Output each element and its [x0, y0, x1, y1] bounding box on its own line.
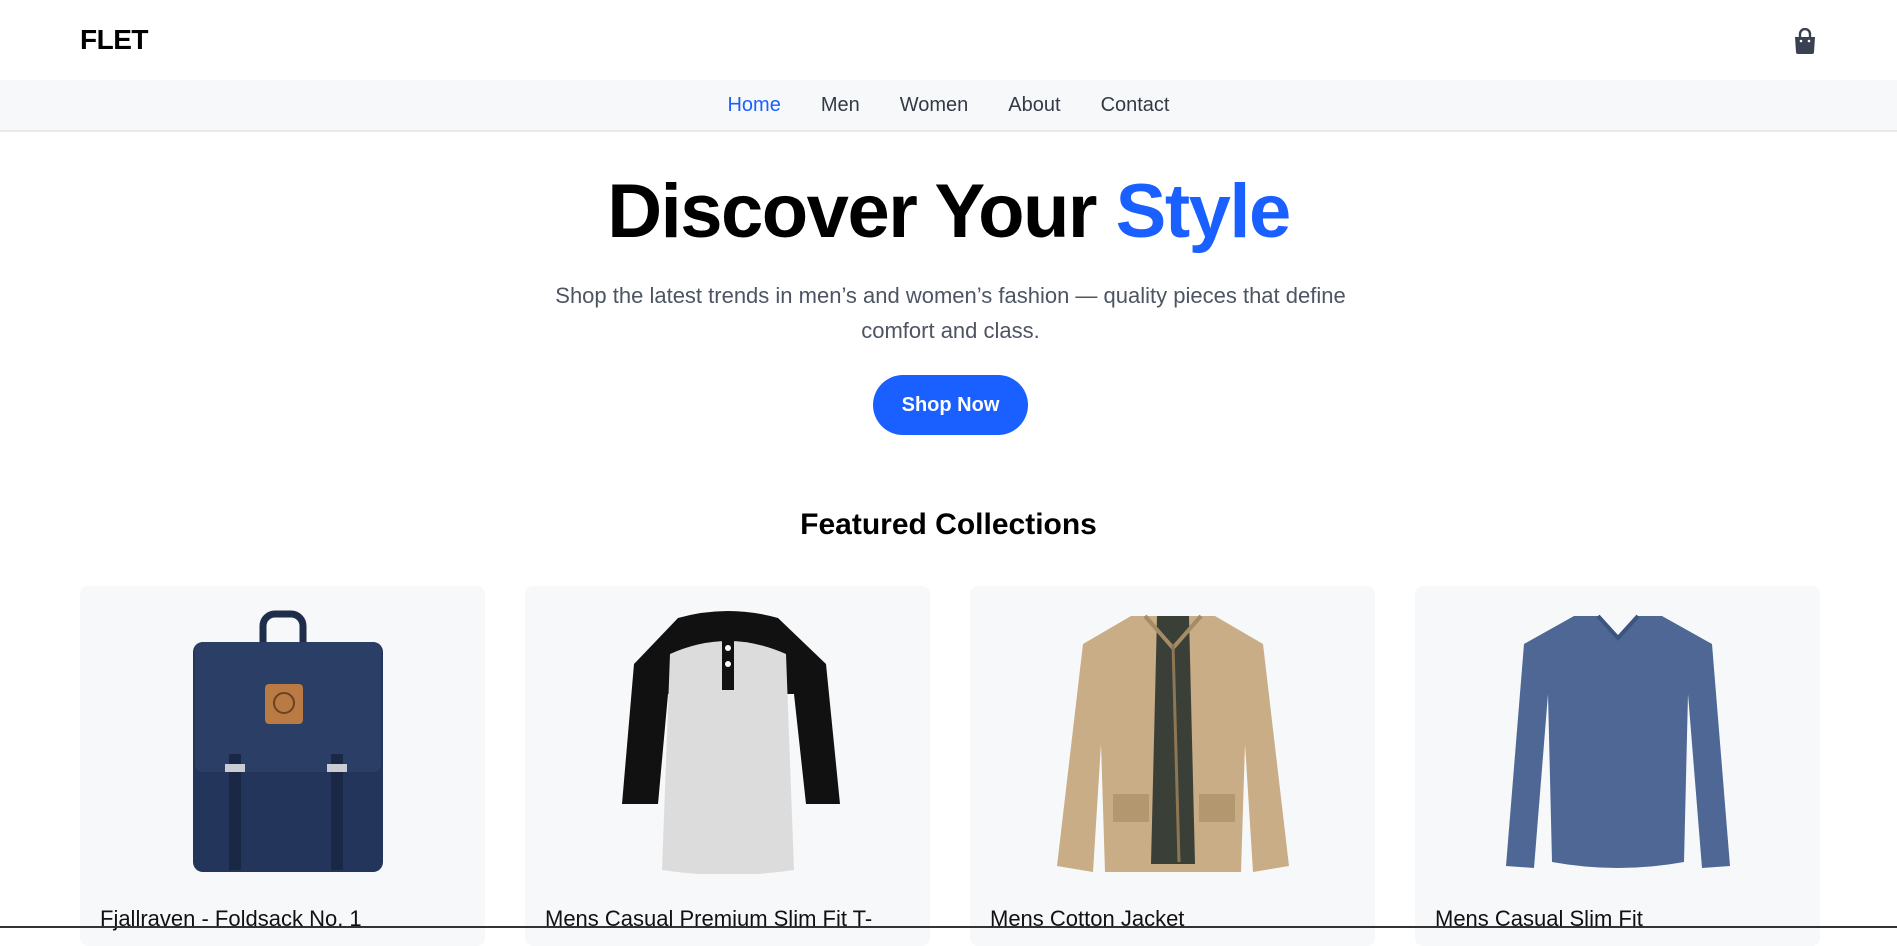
jacket-image	[970, 604, 1375, 874]
nav-contact[interactable]: Contact	[1101, 94, 1170, 117]
product-title: Fjallraven - Foldsack No. 1	[100, 906, 362, 931]
long-sleeve-shirt-image	[1415, 604, 1820, 874]
hero-title: Discover Your Style	[0, 168, 1897, 255]
backpack-image	[80, 604, 485, 874]
nav-men[interactable]: Men	[821, 94, 860, 117]
nav-women[interactable]: Women	[900, 94, 969, 117]
hero-title-main: Discover Your	[607, 169, 1116, 254]
nav-about[interactable]: About	[1008, 94, 1060, 117]
shopping-bag-icon[interactable]	[1793, 27, 1817, 54]
brand-logo[interactable]: FLET	[80, 24, 149, 56]
product-card[interactable]: Mens Casual Premium Slim Fit T-	[525, 586, 930, 946]
product-grid: Fjallraven - Foldsack No. 1 Mens Casual …	[80, 586, 1822, 946]
product-card[interactable]: Fjallraven - Foldsack No. 1	[80, 586, 485, 946]
featured-section-title: Featured Collections	[800, 508, 1097, 541]
nav-home[interactable]: Home	[727, 94, 780, 117]
hero-subtitle: Shop the latest trends in men’s and wome…	[555, 283, 1346, 343]
product-card[interactable]: Mens Cotton Jacket	[970, 586, 1375, 946]
product-title: Mens Casual Premium Slim Fit T-	[545, 906, 873, 931]
product-title: Mens Cotton Jacket	[990, 906, 1185, 931]
top-header: FLET	[0, 0, 1897, 80]
henley-shirt-image	[525, 604, 930, 874]
product-card[interactable]: Mens Casual Slim Fit	[1415, 586, 1820, 946]
hero-title-accent: Style	[1115, 169, 1292, 254]
product-title: Mens Casual Slim Fit	[1435, 906, 1643, 931]
main-nav: Home Men Women About Contact	[0, 80, 1897, 132]
shop-now-button[interactable]: Shop Now	[873, 375, 1028, 435]
